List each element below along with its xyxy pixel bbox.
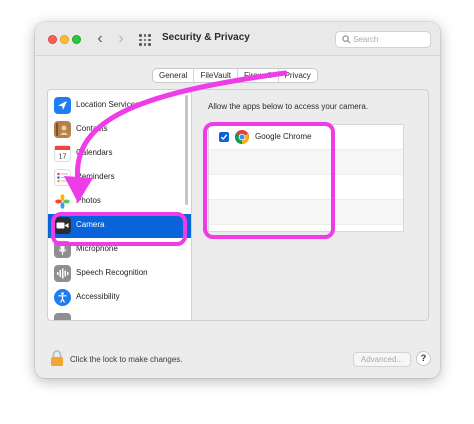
back-chevron-icon[interactable]: ‹ [92, 31, 108, 47]
chrome-camera-checkbox[interactable] [219, 132, 229, 142]
empty-list-row [209, 175, 403, 200]
allow-apps-caption: Allow the apps below to access your came… [208, 102, 369, 111]
camera-apps-list: Google Chrome [208, 124, 404, 232]
empty-list-row [209, 150, 403, 175]
search-field[interactable] [335, 31, 431, 48]
empty-list-row [209, 200, 403, 225]
speech-waveform-icon [54, 265, 71, 282]
partially-visible-icon [54, 313, 71, 320]
accessibility-icon [54, 289, 71, 306]
sidebar-item-reminders[interactable]: Reminders [48, 166, 191, 190]
show-all-grid-icon[interactable] [139, 34, 151, 46]
tab-filevault[interactable]: FileVault [194, 69, 238, 82]
reminders-list-icon [54, 169, 71, 186]
sidebar-item-location-services[interactable]: Location Services [48, 94, 191, 118]
svg-text:17: 17 [59, 154, 67, 161]
sidebar-item-label: Photos [76, 196, 101, 205]
sidebar-item-calendars[interactable]: 17 Calendars [48, 142, 191, 166]
zoom-window-button[interactable] [72, 35, 81, 44]
sidebar-item-accessibility[interactable]: Accessibility [48, 286, 191, 310]
checkmark-icon [220, 134, 228, 141]
camera-icon [54, 217, 71, 234]
help-button[interactable]: ? [416, 351, 431, 366]
sidebar-item-label: Camera [76, 220, 105, 229]
sidebar-item-label: Location Services [76, 100, 140, 109]
sidebar-item-microphone[interactable]: Microphone [48, 238, 191, 262]
privacy-sidebar: Location Services Contacts 17 Calendars … [47, 89, 192, 321]
google-chrome-icon [235, 130, 249, 144]
tab-general[interactable]: General [153, 69, 195, 82]
sidebar-item-label: Speech Recognition [76, 268, 148, 277]
window-title: Security & Privacy [162, 32, 250, 43]
search-input[interactable] [353, 33, 428, 46]
tab-firewall[interactable]: Firewall [238, 69, 279, 82]
sidebar-item-partial[interactable] [48, 310, 191, 320]
title-bar: ‹ › Security & Privacy [35, 22, 440, 56]
tab-privacy[interactable]: Privacy [278, 69, 317, 82]
photos-flower-icon [54, 193, 71, 210]
sidebar-item-speech-recognition[interactable]: Speech Recognition [48, 262, 191, 286]
minimize-window-button[interactable] [60, 35, 69, 44]
calendar-icon: 17 [54, 145, 71, 162]
location-arrow-icon [54, 97, 71, 114]
advanced-button[interactable]: Advanced... [353, 352, 411, 367]
lock-instructions: Click the lock to make changes. [70, 355, 183, 364]
contacts-book-icon [54, 121, 71, 138]
lock-icon[interactable] [50, 350, 64, 366]
microphone-icon [54, 241, 71, 258]
forward-chevron-icon[interactable]: › [113, 31, 129, 47]
close-window-button[interactable] [48, 35, 57, 44]
screenshot-stage: ‹ › Security & Privacy General FileVault… [0, 0, 474, 424]
sidebar-item-photos[interactable]: Photos [48, 190, 191, 214]
sidebar-item-label: Calendars [76, 148, 113, 157]
sidebar-item-label: Accessibility [76, 292, 120, 301]
sidebar-item-label: Microphone [76, 244, 118, 253]
sidebar-item-label: Reminders [76, 172, 115, 181]
app-name: Google Chrome [255, 132, 312, 141]
tab-bar: General FileVault Firewall Privacy [152, 68, 318, 83]
list-item[interactable]: Google Chrome [209, 125, 403, 150]
sidebar-item-label: Contacts [76, 124, 108, 133]
sidebar-item-camera[interactable]: Camera [48, 214, 191, 238]
search-icon [342, 35, 351, 44]
sidebar-item-contacts[interactable]: Contacts [48, 118, 191, 142]
system-preferences-window: ‹ › Security & Privacy General FileVault… [35, 22, 440, 378]
sidebar-scrollbar[interactable] [185, 95, 188, 205]
